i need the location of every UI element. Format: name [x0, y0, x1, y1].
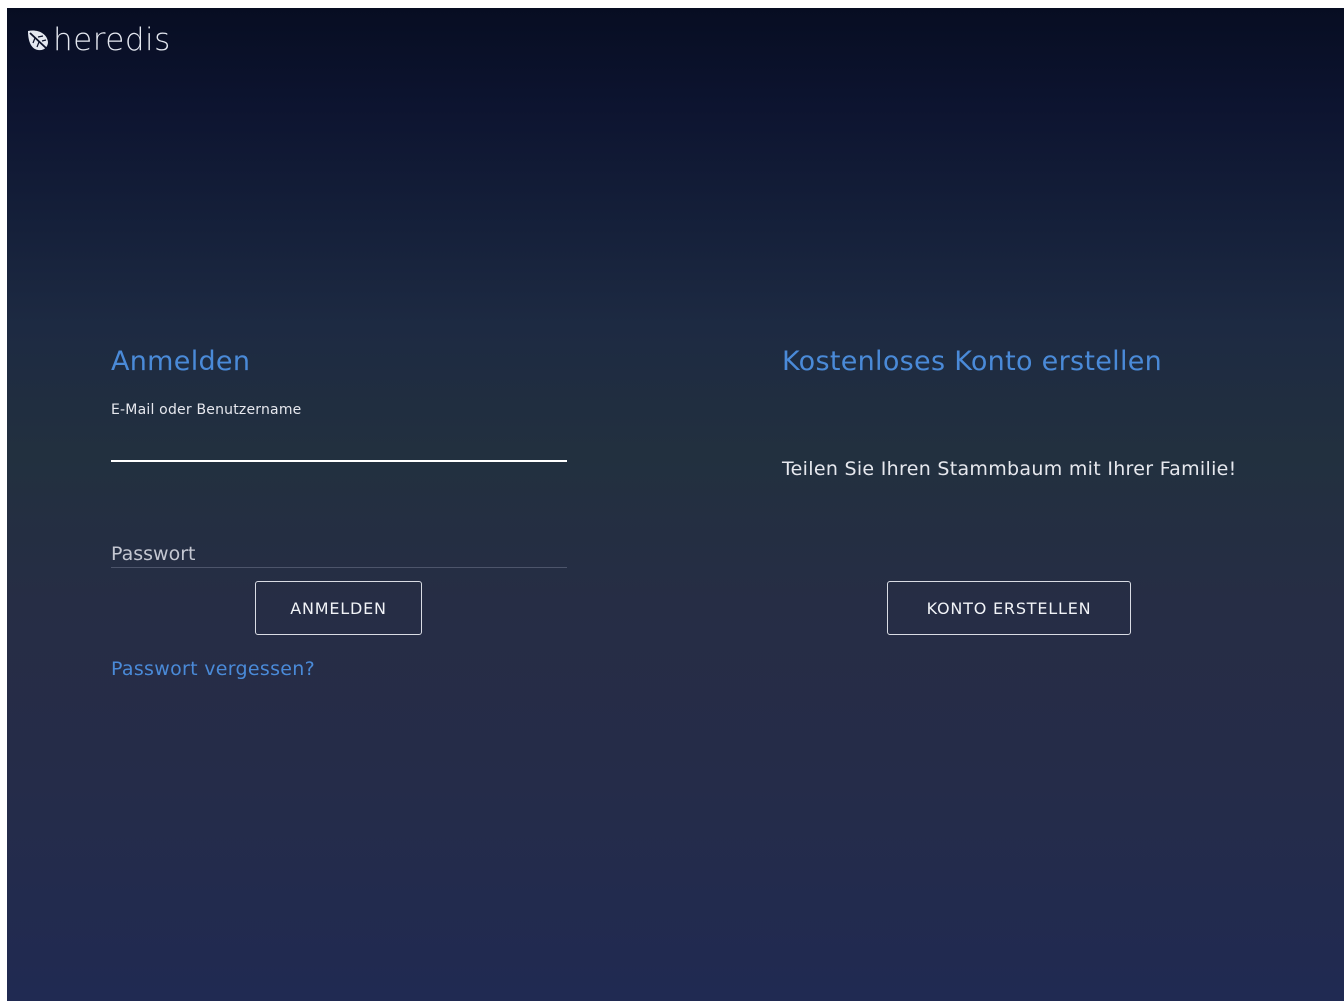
forgot-password-link[interactable]: Passwort vergessen? [111, 658, 315, 680]
login-button[interactable]: ANMELDEN [255, 581, 422, 635]
signup-description: Teilen Sie Ihren Stammbaum mit Ihrer Fam… [782, 458, 1237, 480]
create-account-button[interactable]: KONTO ERSTELLEN [887, 581, 1131, 635]
brand-logo[interactable]: heredis [25, 22, 171, 58]
login-section: Anmelden E-Mail oder Benutzername ANMELD… [111, 344, 567, 680]
login-page: heredis Anmelden E-Mail oder Benutzernam… [7, 8, 1344, 1001]
password-field[interactable] [111, 540, 567, 568]
logo-text: heredis [53, 22, 171, 58]
leaf-icon [25, 27, 51, 53]
login-title: Anmelden [111, 346, 251, 377]
email-field[interactable] [111, 436, 567, 462]
email-label: E-Mail oder Benutzername [111, 402, 302, 418]
signup-title: Kostenloses Konto erstellen [782, 346, 1163, 377]
signup-section: Kostenloses Konto erstellen Teilen Sie I… [782, 344, 1252, 635]
